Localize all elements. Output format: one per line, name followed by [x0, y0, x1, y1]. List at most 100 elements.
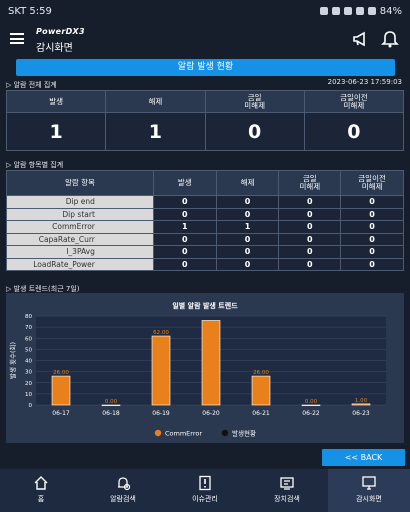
- alarm-item-value: 0: [278, 257, 342, 271]
- summary-table: 발생 해제 금일 미해제 금일이전 미해제 1 1 0 0: [5, 90, 405, 151]
- alarm-item-value: 0: [215, 207, 280, 221]
- legend-label: 발생현황: [232, 429, 256, 438]
- alarm-item-value: 0: [152, 207, 217, 221]
- y-tick-label: 50: [25, 347, 32, 353]
- nav-home[interactable]: 홈: [0, 469, 82, 512]
- y-tick-label: 30: [25, 370, 32, 376]
- alarm-item-value: 0: [340, 257, 404, 271]
- bar: [201, 320, 221, 406]
- y-tick-label: 80: [25, 314, 32, 320]
- bell-icon[interactable]: [381, 30, 399, 48]
- alarm-item-value: 1: [152, 220, 217, 234]
- notification-icon: [319, 7, 328, 15]
- y-tick-label: 70: [25, 325, 32, 331]
- nav-monitor[interactable]: 감시화면: [328, 469, 410, 512]
- x-tick-label: 06-17: [52, 410, 70, 417]
- bar: [151, 335, 171, 406]
- alarm-item-value: 0: [152, 245, 217, 259]
- alarm-item-value: 0: [215, 245, 280, 259]
- summary-value: 1: [105, 112, 206, 151]
- bluetooth-icon: [331, 7, 340, 15]
- data-label: 0.00: [105, 399, 118, 405]
- bar: [301, 404, 321, 406]
- chart-svg: 0 10 20 30 40 50 60 70 80 발생 횟수(회) 26.00 06-17 0.00 0…: [8, 314, 386, 438]
- page-title: 감시화면: [36, 43, 73, 54]
- alarm-item-name: CommError: [6, 220, 154, 234]
- alarm-item-value: 0: [340, 195, 404, 209]
- alarm-item-name: CapaRate_Curr: [6, 232, 154, 246]
- status-time: SKT 5:59: [8, 5, 52, 17]
- y-tick-label: 10: [25, 392, 32, 398]
- battery-level: 84%: [379, 5, 402, 17]
- table-row: I_3PAvg 0 0 0 0: [6, 245, 404, 259]
- alarm-item-value: 0: [278, 195, 342, 209]
- bar: [251, 375, 271, 406]
- alarm-item-value: 0: [340, 232, 404, 246]
- summary-value: 0: [204, 112, 305, 151]
- summary-header: 발생: [5, 90, 107, 113]
- alarm-item-value: 1: [215, 220, 280, 234]
- status-bar: SKT 5:59 84%: [0, 0, 410, 22]
- back-button[interactable]: << BACK: [322, 449, 405, 466]
- bottom-nav: 홈 알람검색 이슈관리 장치검색 감시화면: [0, 469, 410, 512]
- legend-swatch: [154, 429, 162, 437]
- alarm-status-banner: 알람 발생 현황: [16, 59, 395, 76]
- data-label: 26.00: [253, 370, 269, 376]
- y-tick-label: 40: [25, 359, 32, 365]
- trend-chart: 일별 알람 발생 트렌드 0 10 20 30 40 50 60 70 80 발생 횟수(회) 26…: [6, 293, 404, 443]
- table-row: LoadRate_Power 0 0 0 0: [6, 257, 404, 271]
- alarm-item-name: I_3PAvg: [6, 245, 154, 259]
- items-header: 금일이전 미해제: [340, 170, 404, 196]
- y-tick-label: 60: [25, 336, 32, 342]
- summary-value: 1: [5, 112, 107, 151]
- alarm-search-icon: [118, 477, 131, 491]
- alarm-item-value: 0: [215, 232, 280, 246]
- app-bar: PowerDX3 감시화면: [0, 22, 410, 56]
- x-tick-label: 06-20: [202, 410, 220, 417]
- alarm-item-value: 0: [340, 207, 404, 221]
- alarm-item-value: 0: [340, 220, 404, 234]
- table-row: CommError 1 1 0 0: [6, 220, 404, 234]
- menu-icon[interactable]: [10, 33, 24, 44]
- summary-header: 금일이전 미해제: [303, 90, 405, 113]
- data-label: 26.00: [53, 370, 69, 376]
- legend-swatch: [221, 429, 229, 437]
- table-row: CapaRate_Curr 0 0 0 0: [6, 232, 404, 246]
- bar: [101, 404, 121, 406]
- items-header: 해제: [215, 170, 280, 196]
- data-label: 0.00: [305, 399, 318, 405]
- alarm-item-value: 0: [340, 245, 404, 259]
- home-icon: [34, 476, 48, 490]
- items-header: 발생: [152, 170, 217, 196]
- x-tick-label: 06-18: [102, 410, 120, 417]
- alarm-item-value: 0: [215, 195, 280, 209]
- alarm-item-value: 0: [215, 257, 280, 271]
- nav-alarm-search[interactable]: 알람검색: [82, 469, 164, 512]
- x-tick-label: 06-21: [252, 410, 270, 417]
- alarm-item-value: 0: [278, 232, 342, 246]
- mute-icon: [343, 7, 352, 15]
- alarm-item-name: Dip start: [6, 207, 154, 221]
- alarm-item-name: LoadRate_Power: [6, 257, 154, 271]
- x-tick-label: 06-19: [152, 410, 170, 417]
- alarm-item-value: 0: [152, 195, 217, 209]
- alarm-item-value: 0: [152, 232, 217, 246]
- y-tick-label: 0: [29, 403, 33, 409]
- y-tick-label: 20: [25, 381, 32, 387]
- items-section-title: ▷ 알람 항목별 집계: [6, 161, 64, 169]
- issue-icon: [199, 475, 211, 491]
- y-axis-label: 발생 횟수(회): [8, 342, 17, 379]
- megaphone-icon[interactable]: [352, 30, 370, 48]
- table-row: Dip start 0 0 0 0: [6, 207, 404, 221]
- summary-header: 해제: [105, 90, 206, 113]
- wifi-icon: [355, 7, 364, 15]
- x-tick-label: 06-23: [352, 410, 370, 417]
- x-tick-label: 06-22: [302, 410, 320, 417]
- alarm-item-value: 0: [278, 245, 342, 259]
- nav-device-search[interactable]: 장치검색: [246, 469, 328, 512]
- alarm-item-name: Dip end: [6, 195, 154, 209]
- summary-header: 금일 미해제: [204, 90, 305, 113]
- summary-section-title: ▷ 알람 전체 집계: [6, 81, 57, 89]
- nav-issue[interactable]: 이슈관리: [164, 469, 246, 512]
- device-icon: [280, 477, 294, 490]
